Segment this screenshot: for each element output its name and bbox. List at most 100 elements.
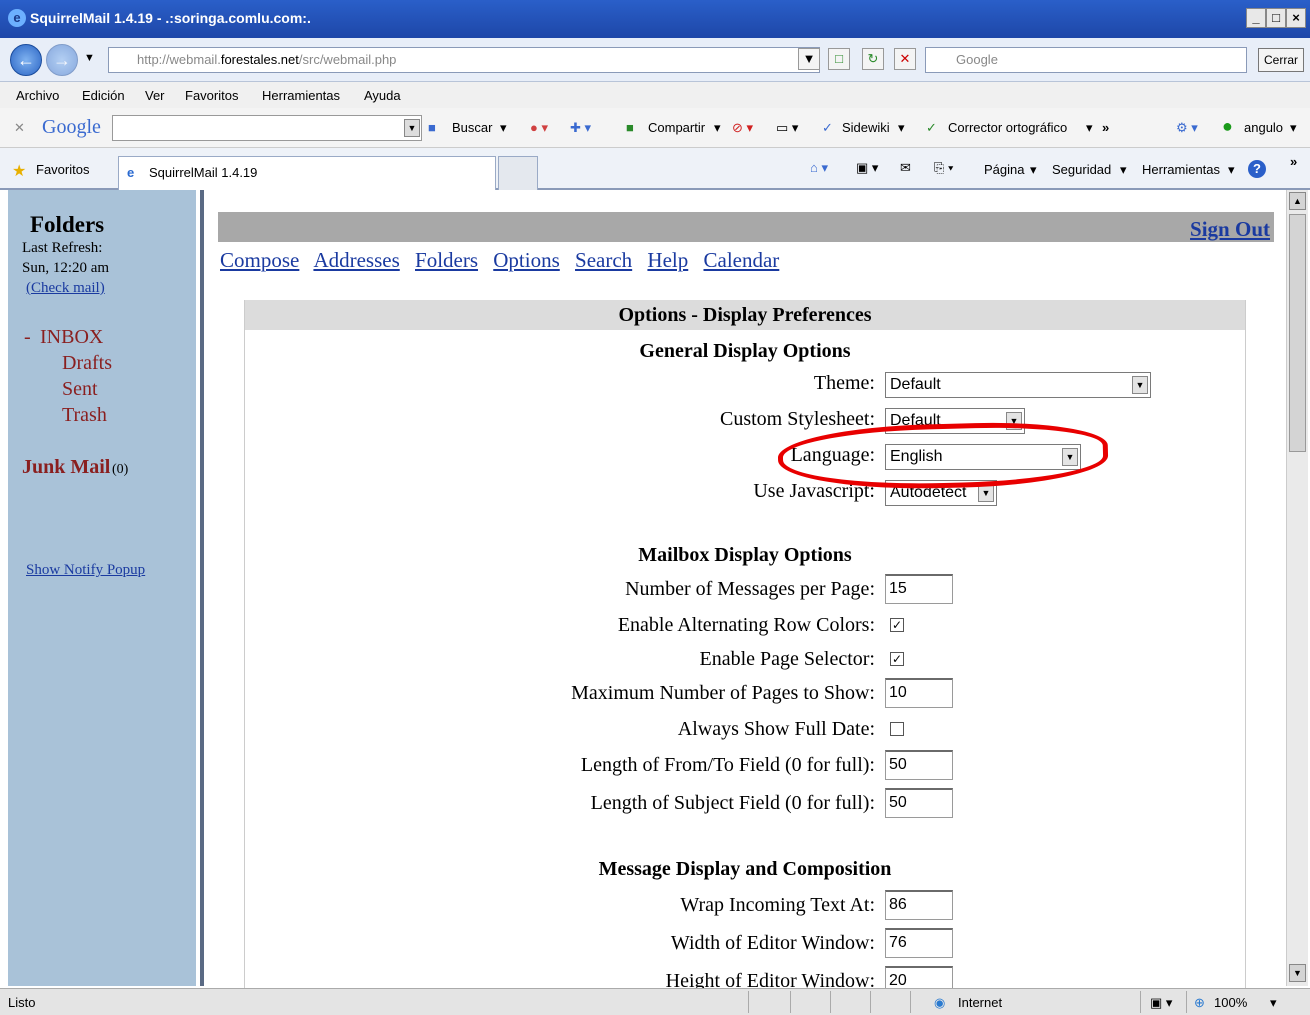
pagina-dropdown-icon[interactable]: ▾ [1030,162,1037,178]
herramientas-menu[interactable]: Herramientas [1142,162,1220,177]
pagerank-icon[interactable]: ● ▾ [530,120,548,136]
folder-sent[interactable]: Sent [62,378,98,401]
search-input[interactable]: Google [925,47,1247,73]
full-date-checkbox[interactable] [890,722,904,736]
check-mail-text[interactable]: (Check mail) [26,280,105,296]
url-field[interactable]: http://webmail.forestales.net/src/webmai… [108,47,820,73]
nav-options[interactable]: Options [493,248,560,272]
sign-out-link[interactable]: Sign Out [1190,217,1270,242]
close-window-button[interactable]: × [1286,8,1306,28]
pagina-menu[interactable]: Página [984,162,1024,177]
browser-tab[interactable]: e SquirrelMail 1.4.19 [118,156,496,190]
check-mail-link[interactable]: (Check mail) [26,280,105,297]
status-divider [1140,991,1141,1013]
chevron-more-icon[interactable]: » [1290,154,1297,169]
minimize-button[interactable]: _ [1246,8,1266,28]
more-icon[interactable]: » [1102,120,1109,135]
folders-sidebar: Folders Last Refresh: Sun, 12:20 am (Che… [8,190,200,986]
forward-icon[interactable]: → [46,44,78,76]
seguridad-dropdown-icon[interactable]: ▾ [1120,162,1127,178]
editor-width-input[interactable]: 76 [885,928,953,958]
stop-icon[interactable]: ✕ [894,48,916,70]
restore-icon[interactable]: □ [1266,8,1286,28]
url-prefix: http://webmail. [137,52,221,67]
zoom-dropdown-icon[interactable]: ▾ [1270,995,1277,1011]
feeds-icon[interactable]: ▣ ▾ [856,160,878,176]
seguridad-menu[interactable]: Seguridad [1052,162,1111,177]
nav-folders[interactable]: Folders [415,248,478,272]
from-length-input[interactable]: 50 [885,750,953,780]
sidewiki-dropdown-icon[interactable]: ▾ [898,120,905,136]
nav-search[interactable]: Search [575,248,632,272]
protected-mode-icon[interactable]: ▣ ▾ [1150,995,1172,1011]
page-selector-checkbox[interactable]: ✓ [890,652,904,666]
window-title: SquirrelMail 1.4.19 - .:soringa.comlu.co… [30,10,311,26]
editor-width-label: Width of Editor Window: [670,932,875,954]
nav-addresses[interactable]: Addresses [313,248,399,272]
alt-rows-checkbox[interactable]: ✓ [890,618,904,632]
user-account[interactable]: angulo [1244,120,1283,135]
url-dropdown-icon[interactable]: ▼ [798,48,820,70]
options-header: Options - Display Preferences [245,300,1245,330]
help-icon[interactable]: ? [1248,160,1266,178]
nav-help[interactable]: Help [647,248,688,272]
show-notify-popup-link[interactable]: Show Notify Popup [26,562,145,579]
menu-ayuda[interactable]: Ayuda [364,88,401,103]
zoom-icon[interactable]: ⊕ [1194,995,1205,1011]
compartir-dropdown-icon[interactable]: ▾ [714,120,721,136]
compatibility-icon[interactable]: □ [828,48,850,70]
home-icon[interactable]: ⌂ ▾ [810,160,828,176]
menu-archivo[interactable]: Archivo [16,88,59,103]
corrector-button[interactable]: Corrector ortográfico [948,120,1067,135]
scroll-down-icon[interactable]: ▼ [1289,964,1306,982]
nav-calendar[interactable]: Calendar [704,248,780,272]
menu-edicion[interactable]: Edición [82,88,125,103]
menu-favoritos[interactable]: Favoritos [185,88,238,103]
wrench-icon[interactable]: ⚙ ▾ [1176,120,1198,136]
plus-icon[interactable]: ✚ ▾ [570,120,591,136]
buscar-button[interactable]: Buscar [452,120,492,135]
menu-ver[interactable]: Ver [145,88,165,103]
subject-length-input[interactable]: 50 [885,788,953,818]
google-search-input[interactable] [112,115,422,141]
theme-select[interactable]: Default ▼ [885,372,1151,398]
wrap-input[interactable]: 86 [885,890,953,920]
compartir-button[interactable]: Compartir [648,120,705,135]
favoritos-button[interactable]: Favoritos [36,162,89,177]
zoom-level[interactable]: 100% [1214,995,1247,1010]
mail-icon[interactable]: ✉ [900,160,911,176]
google-toolbar: ✕ Google ▼ ■ Buscar ▾ ● ▾ ✚ ▾ ■ Comparti… [0,108,1310,148]
popup-blocker-icon[interactable]: ⊘ ▾ [732,120,753,136]
close-toolbar-icon[interactable]: ✕ [14,120,25,136]
max-pages-input[interactable]: 10 [885,678,953,708]
scroll-thumb[interactable] [1289,214,1306,452]
google-dropdown-icon[interactable]: ▼ [404,119,420,137]
history-dropdown-icon[interactable]: ▼ [84,52,95,64]
sidewiki-button[interactable]: Sidewiki [842,120,890,135]
notify-text[interactable]: Show Notify Popup [26,562,145,578]
google-logo: Google [42,116,101,138]
scroll-up-icon[interactable]: ▲ [1289,192,1306,210]
folder-junk-mail[interactable]: Junk Mail [22,456,110,479]
folder-trash[interactable]: Trash [62,404,107,427]
user-dropdown-icon[interactable]: ▾ [1290,120,1297,136]
favorites-bar: ★ Favoritos e SquirrelMail 1.4.19 ⌂ ▾ ▣ … [0,148,1310,190]
folder-inbox[interactable]: INBOX [40,326,103,349]
message-display-heading: Message Display and Composition [598,858,892,880]
print-icon[interactable]: ⎘ ▾ [934,160,953,176]
nav-compose[interactable]: Compose [220,248,299,272]
refresh-icon[interactable]: ↻ [862,48,884,70]
collapse-toggle[interactable]: - [24,326,31,349]
back-icon[interactable]: ← [10,44,42,76]
nav-links: Compose Addresses Folders Options Search… [220,248,789,273]
new-tab-button[interactable] [498,156,538,190]
herramientas-dropdown-icon[interactable]: ▾ [1228,162,1235,178]
vertical-scrollbar[interactable]: ▲ ▼ [1286,190,1308,986]
menu-herramientas[interactable]: Herramientas [262,88,340,103]
buscar-dropdown-icon[interactable]: ▾ [500,120,507,136]
window-icon[interactable]: ▭ ▾ [776,120,798,136]
msgs-per-page-input[interactable]: 15 [885,574,953,604]
folder-drafts[interactable]: Drafts [62,352,112,375]
close-button[interactable]: Cerrar [1258,48,1304,72]
corrector-dropdown-icon[interactable]: ▾ [1086,120,1093,136]
